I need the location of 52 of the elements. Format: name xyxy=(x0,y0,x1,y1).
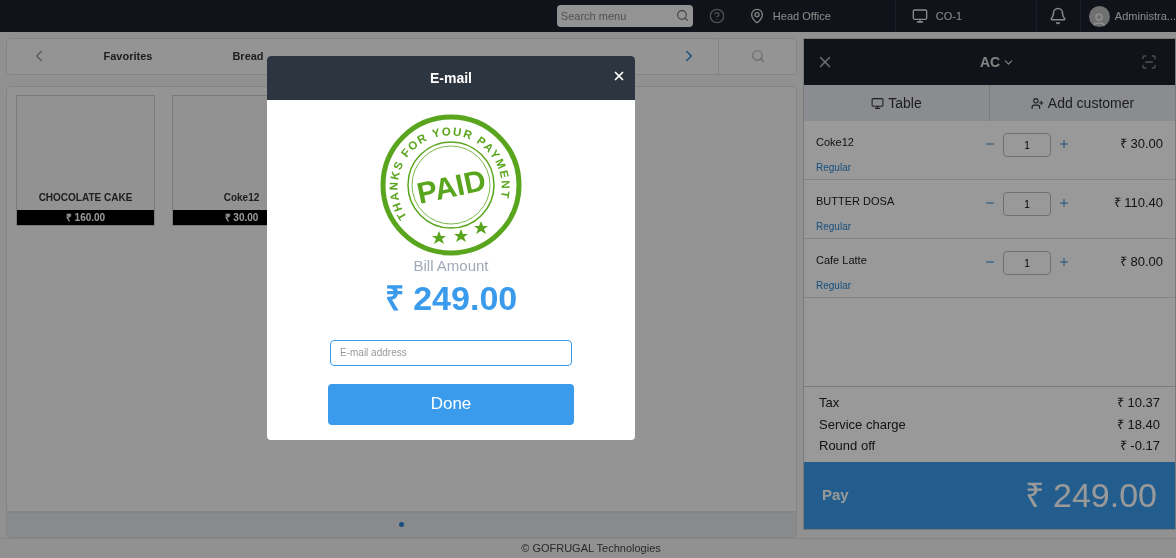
computer-icon xyxy=(911,8,928,24)
email-field[interactable]: E-mail address xyxy=(330,339,572,366)
total-value: ₹ 10.37 xyxy=(1116,394,1160,412)
close-icon[interactable] xyxy=(612,69,626,83)
item-variant[interactable]: Regular xyxy=(816,159,984,175)
location-pin-icon xyxy=(748,8,765,24)
item-price: ₹ 80.00 xyxy=(1119,253,1163,271)
category-tab[interactable]: Favorites xyxy=(68,48,188,65)
item-name: Coke12 xyxy=(816,135,855,150)
counter-label[interactable]: CO-1 xyxy=(935,7,996,25)
dialog-title: E-mail xyxy=(430,68,472,88)
total-value: ₹ 18.40 xyxy=(1116,415,1160,434)
table-icon xyxy=(871,96,885,110)
item-name: Cafe Latte xyxy=(816,253,868,268)
total-value: ₹ -0.17 xyxy=(1119,437,1160,455)
product-tile[interactable]: CHOCOLATE CAKE ₹ 160.00 xyxy=(16,94,155,226)
user-plus-icon xyxy=(1030,96,1044,110)
total-label: Round off xyxy=(819,437,876,455)
item-variant[interactable]: Regular xyxy=(816,218,984,234)
plus-icon[interactable] xyxy=(1058,138,1070,150)
table-button[interactable]: Table xyxy=(804,85,990,121)
item-variant[interactable]: Regular xyxy=(816,277,984,293)
item-price: ₹ 110.40 xyxy=(1113,194,1163,212)
help-icon[interactable] xyxy=(708,8,725,24)
footer-text: © GOFRUGAL Technologies xyxy=(521,541,661,557)
item-price: ₹ 30.00 xyxy=(1119,135,1163,153)
scanner-icon[interactable] xyxy=(1141,54,1157,70)
product-name: CHOCOLATE CAKE xyxy=(37,190,134,205)
item-name: BUTTER DOSA xyxy=(816,194,896,209)
quantity-field[interactable]: 1 xyxy=(1003,251,1051,275)
done-button[interactable]: Done xyxy=(328,383,574,425)
user-name[interactable]: Administra... xyxy=(1114,7,1176,25)
bell-icon[interactable] xyxy=(1049,7,1068,25)
pay-label: Pay xyxy=(822,485,849,506)
bill-amount-label: Bill Amount xyxy=(413,256,489,276)
search-icon xyxy=(750,49,765,64)
location-label[interactable]: Head Office xyxy=(772,7,895,25)
product-name: Coke12 xyxy=(222,190,261,205)
search-icon[interactable] xyxy=(675,9,689,22)
add-customer-button[interactable]: Add customer xyxy=(990,85,1175,121)
plus-icon[interactable] xyxy=(1058,256,1070,268)
product-price: ₹ 160.00 xyxy=(17,209,154,225)
bill-amount: ₹ 249.00 xyxy=(384,277,518,318)
pay-amount: ₹ 249.00 xyxy=(1024,475,1157,516)
quantity-field[interactable]: 1 xyxy=(1003,133,1051,157)
total-label: Service charge xyxy=(819,415,906,434)
search-field[interactable]: Search menu xyxy=(556,5,693,27)
total-label: Tax xyxy=(819,394,840,412)
section-selector[interactable]: AC xyxy=(979,51,1001,73)
plus-icon[interactable] xyxy=(1058,197,1070,209)
quantity-field[interactable]: 1 xyxy=(1003,192,1051,216)
avatar-icon[interactable] xyxy=(1088,5,1110,27)
